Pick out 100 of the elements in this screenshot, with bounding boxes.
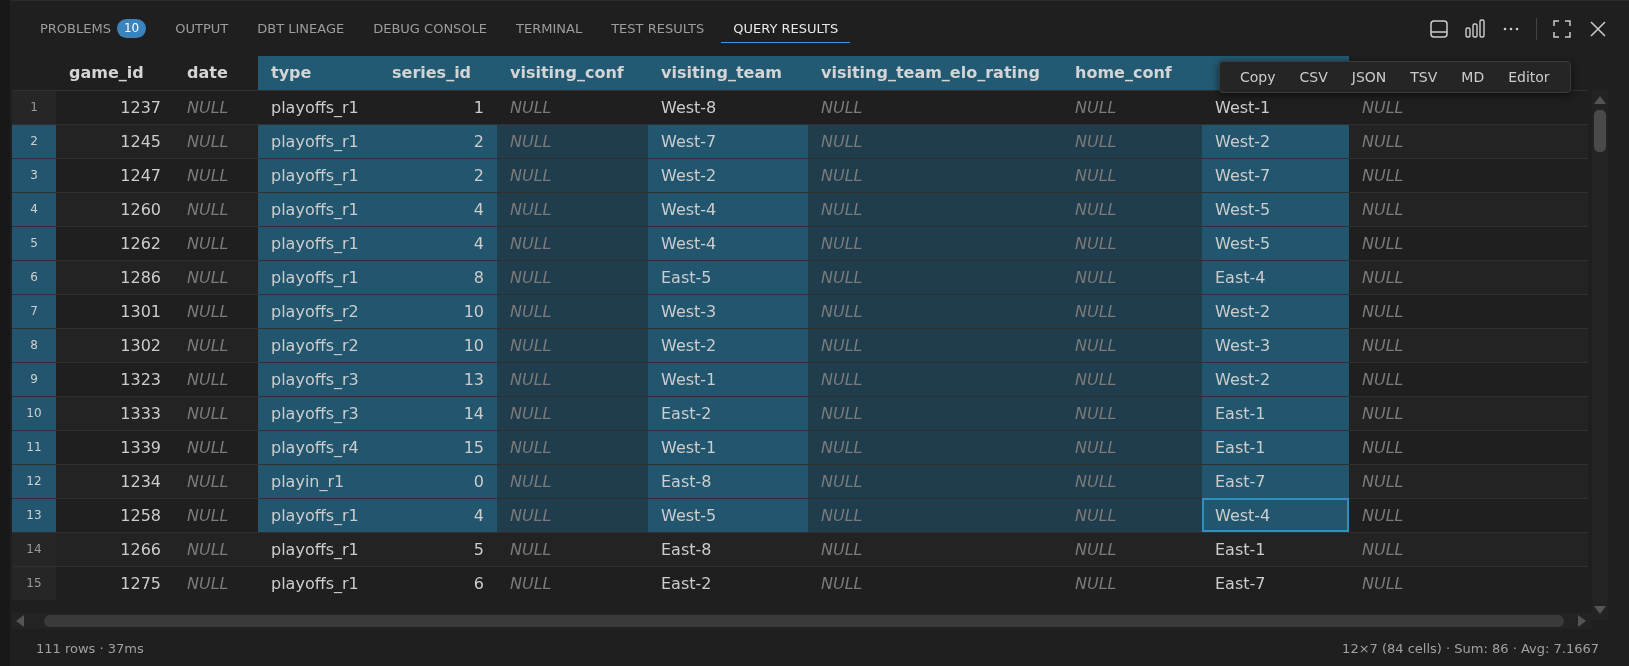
copy-format-button[interactable]: TSV [1398, 62, 1450, 92]
table-cell: 0 [379, 464, 497, 498]
table-cell: West-4 [648, 192, 808, 226]
table-cell: NULL [1062, 532, 1202, 566]
table-cell: NULL [497, 396, 648, 430]
table-cell: NULL [808, 464, 1062, 498]
table-cell: NULL [174, 464, 258, 498]
table-cell: playoffs_r2 [258, 294, 379, 328]
row-number: 12 [12, 464, 56, 498]
table-cell: NULL [497, 90, 648, 124]
table-cell: NULL [808, 328, 1062, 362]
table-cell: West-2 [1202, 362, 1349, 396]
table-cell: NULL [1349, 362, 1588, 396]
column-header[interactable]: type [258, 56, 379, 90]
table-cell: 1301 [56, 294, 174, 328]
panel-tab[interactable]: TEST RESULTS [599, 14, 717, 43]
row-number: 9 [12, 362, 56, 396]
copy-format-button[interactable]: Copy [1228, 62, 1288, 92]
table-cell: West-4 [1202, 498, 1349, 532]
row-number: 1 [12, 90, 56, 124]
table-cell: NULL [174, 158, 258, 192]
column-header[interactable]: series_id [379, 56, 497, 90]
table-cell: 8 [379, 260, 497, 294]
row-number: 11 [12, 430, 56, 464]
column-header[interactable]: visiting_team [648, 56, 808, 90]
panel-tab[interactable]: OUTPUT [163, 14, 241, 43]
table-cell: NULL [808, 294, 1062, 328]
table-cell: NULL [174, 226, 258, 260]
table-cell: 1266 [56, 532, 174, 566]
table-cell: NULL [497, 260, 648, 294]
row-number: 6 [12, 260, 56, 294]
table-cell: 2 [379, 158, 497, 192]
table-cell: NULL [497, 192, 648, 226]
panel-tab[interactable]: TERMINAL [504, 14, 595, 43]
table-cell: 14 [379, 396, 497, 430]
table-cell: NULL [1349, 464, 1588, 498]
panel-tab[interactable]: QUERY RESULTS [721, 14, 851, 43]
table-cell: East-1 [1202, 532, 1349, 566]
table-cell: NULL [808, 90, 1062, 124]
table-cell: NULL [1349, 192, 1588, 226]
table-cell: 1260 [56, 192, 174, 226]
table-cell: 1323 [56, 362, 174, 396]
table-cell: NULL [1349, 396, 1588, 430]
table-cell: NULL [1349, 498, 1588, 532]
column-header[interactable]: home_conf [1062, 56, 1202, 90]
table-cell: playoffs_r1 [258, 90, 379, 124]
table-cell: NULL [1349, 226, 1588, 260]
copy-format-button[interactable]: JSON [1339, 62, 1399, 92]
table-cell: NULL [174, 328, 258, 362]
column-header[interactable]: visiting_team_elo_rating [808, 56, 1062, 90]
panel-layout-icon[interactable] [1428, 17, 1450, 40]
table-cell: NULL [808, 124, 1062, 158]
table-cell: 1262 [56, 226, 174, 260]
row-number: 15 [12, 566, 56, 600]
table-cell: NULL [497, 294, 648, 328]
column-header[interactable]: visiting_conf [497, 56, 648, 90]
table-cell: East-8 [648, 532, 808, 566]
table-cell: NULL [174, 430, 258, 464]
table-cell: West-3 [648, 294, 808, 328]
table-cell: West-8 [648, 90, 808, 124]
panel-tab[interactable]: DEBUG CONSOLE [361, 14, 500, 43]
table-cell: NULL [497, 362, 648, 396]
table-cell: West-2 [648, 328, 808, 362]
table-cell: West-4 [648, 226, 808, 260]
table-cell: West-1 [1202, 90, 1349, 124]
table-cell: playoffs_r1 [258, 498, 379, 532]
table-cell: NULL [174, 124, 258, 158]
table-cell: NULL [497, 498, 648, 532]
row-number: 14 [12, 532, 56, 566]
table-cell: East-4 [1202, 260, 1349, 294]
copy-format-button[interactable]: Editor [1496, 62, 1562, 92]
table-cell: NULL [1062, 192, 1202, 226]
table-cell: 1339 [56, 430, 174, 464]
table-cell: NULL [497, 430, 648, 464]
table-cell: NULL [808, 192, 1062, 226]
table-cell: West-7 [648, 124, 808, 158]
table-cell: playoffs_r2 [258, 328, 379, 362]
table-cell: NULL [1349, 328, 1588, 362]
table-cell: playin_r1 [258, 464, 379, 498]
column-header[interactable]: date [174, 56, 258, 90]
panel-tab[interactable]: DBT LINEAGE [245, 14, 357, 43]
copy-format-button[interactable]: CSV [1287, 62, 1340, 92]
maximize-icon[interactable] [1551, 17, 1573, 40]
table-cell: NULL [497, 158, 648, 192]
bar-chart-icon[interactable] [1464, 17, 1486, 40]
table-cell: NULL [808, 158, 1062, 192]
table-cell: NULL [808, 396, 1062, 430]
table-cell: NULL [1062, 430, 1202, 464]
table-cell: playoffs_r4 [258, 430, 379, 464]
table-cell: NULL [1062, 396, 1202, 430]
table-cell: 4 [379, 192, 497, 226]
row-number: 2 [12, 124, 56, 158]
panel-tab[interactable]: PROBLEMS 10 [28, 12, 159, 45]
table-cell: West-5 [1202, 192, 1349, 226]
table-cell: NULL [1349, 124, 1588, 158]
table-cell: West-1 [648, 430, 808, 464]
table-cell: playoffs_r3 [258, 396, 379, 430]
table-cell: 1 [379, 90, 497, 124]
table-cell: NULL [497, 124, 648, 158]
copy-format-button[interactable]: MD [1449, 62, 1497, 92]
